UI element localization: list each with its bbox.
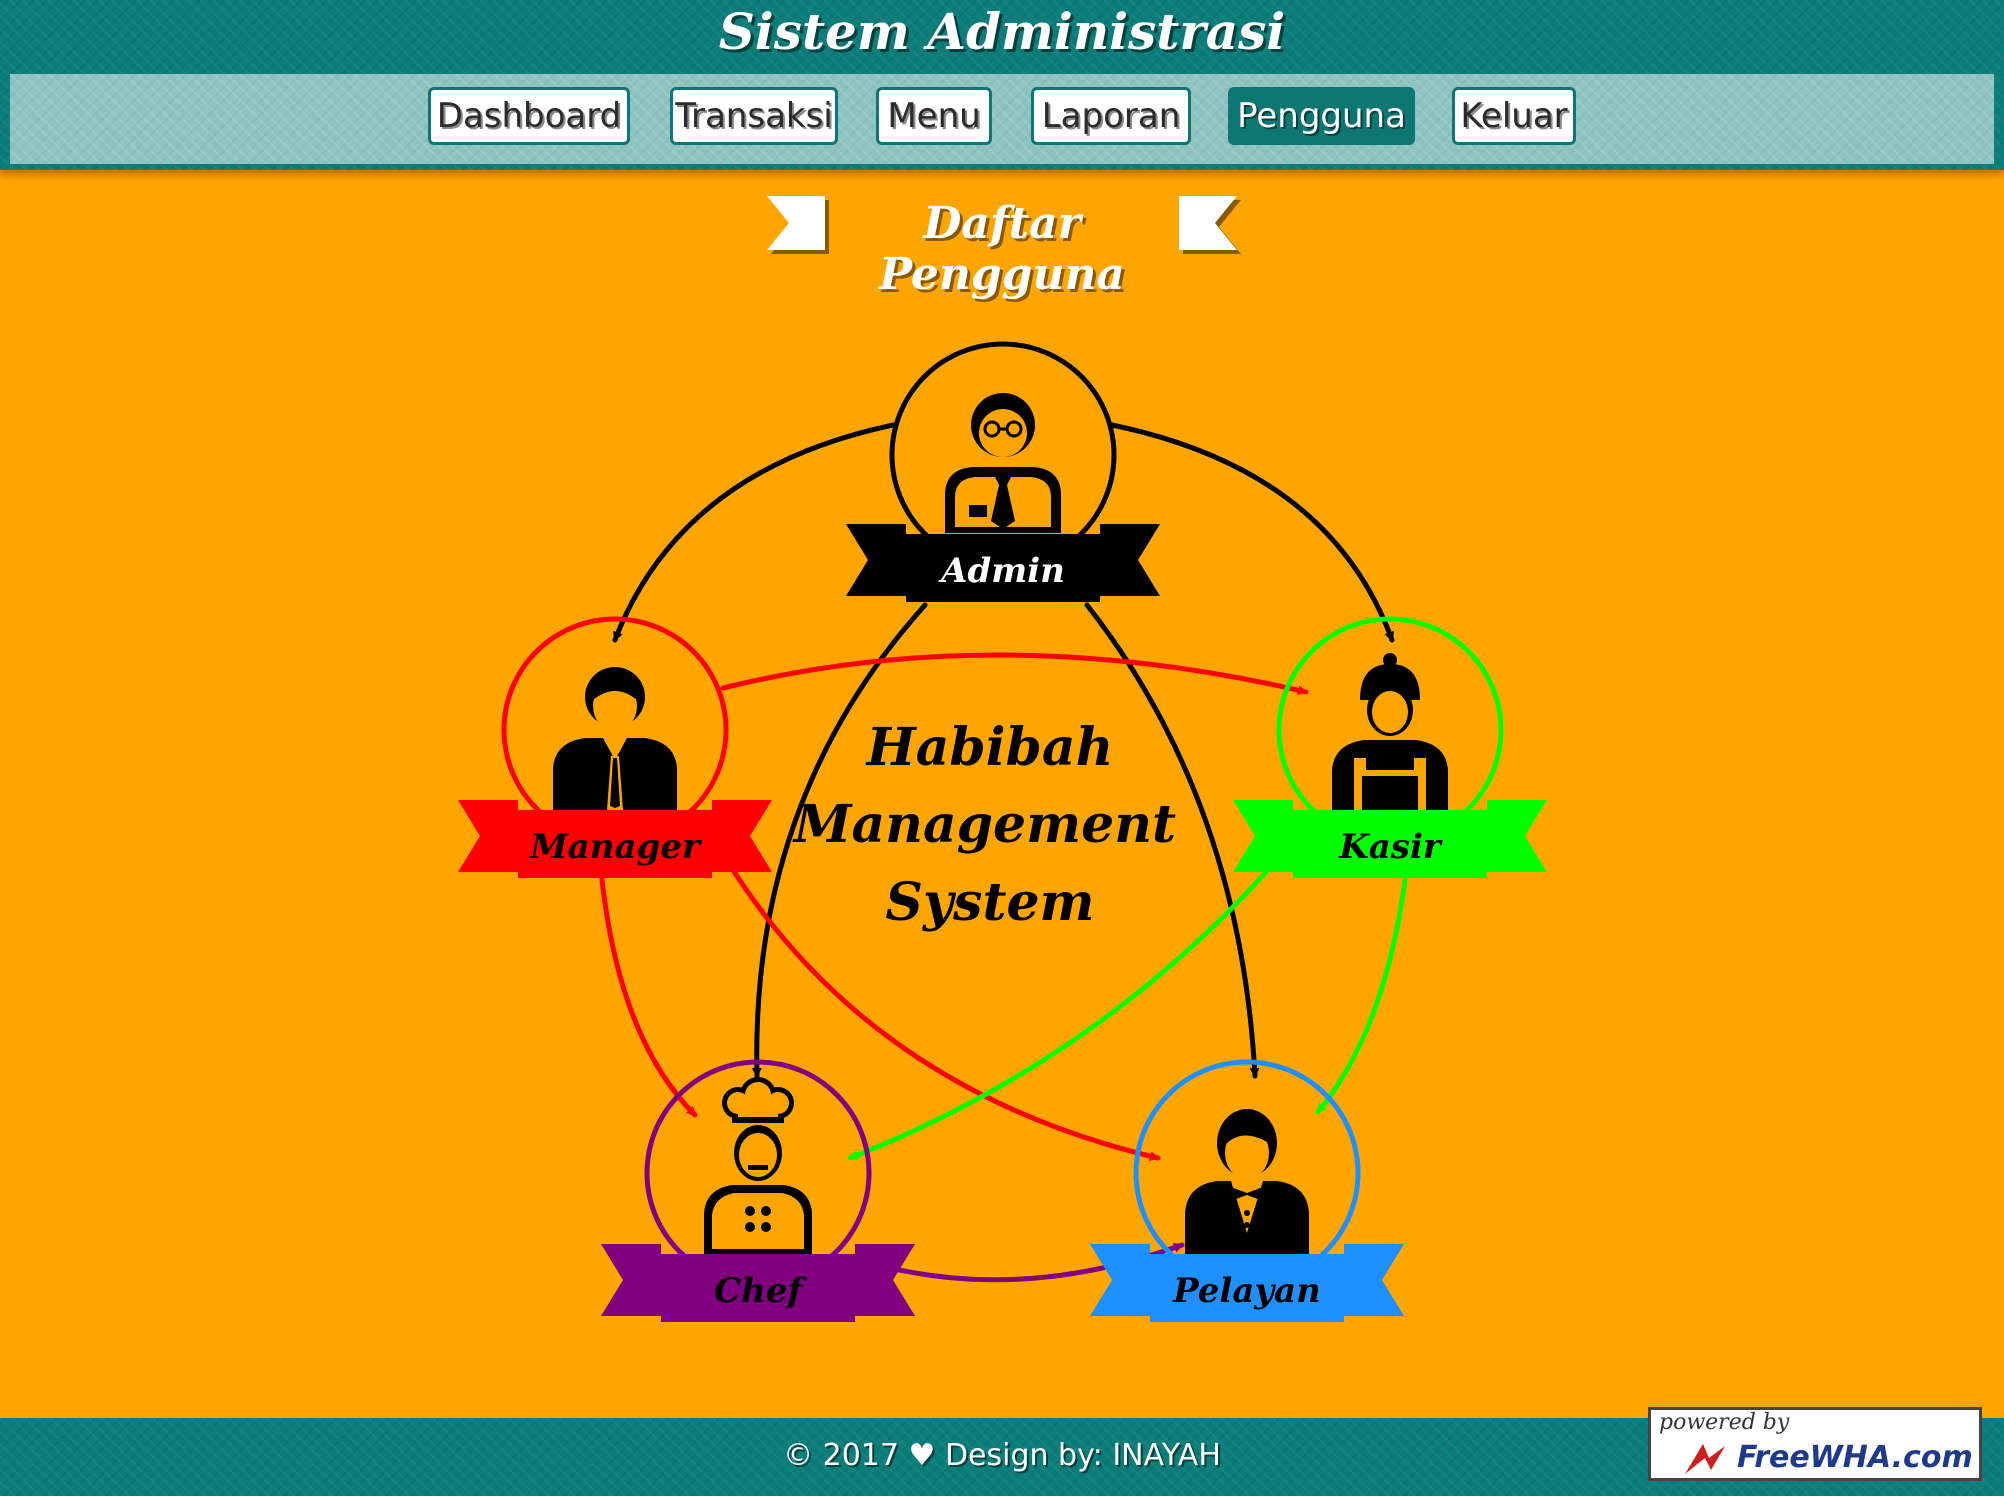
freewha-brand-text: FreeWHA.com bbox=[1737, 1440, 1973, 1475]
manager-label: Manager bbox=[529, 827, 702, 867]
kasir-icon bbox=[1332, 653, 1448, 812]
admin-icon bbox=[945, 393, 1061, 533]
center-title-line-3: System bbox=[885, 872, 1094, 933]
center-title-line-1: Habibah bbox=[865, 717, 1114, 778]
powered-by-text: powered by bbox=[1659, 1410, 1790, 1435]
powered-by-badge[interactable]: powered by FreeWHA.com bbox=[1648, 1407, 1982, 1481]
manager-icon bbox=[553, 667, 677, 812]
user-role-diagram: Admin Manager Kasir Chef Pelayan Habibah… bbox=[458, 341, 1547, 1322]
pelayan-label: Pelayan bbox=[1172, 1271, 1321, 1311]
pelayan-icon bbox=[1185, 1109, 1309, 1255]
chef-icon bbox=[704, 1077, 812, 1255]
arrow-manager-kasir bbox=[720, 652, 1309, 696]
arrow-kasir-pelayan bbox=[1315, 877, 1408, 1115]
freewha-logo-icon bbox=[1685, 1444, 1725, 1474]
center-title-line-2: Management bbox=[792, 794, 1176, 855]
admin-label: Admin bbox=[938, 551, 1065, 591]
chef-label: Chef bbox=[714, 1271, 807, 1311]
kasir-label: Kasir bbox=[1338, 827, 1443, 867]
arrow-manager-chef bbox=[599, 877, 698, 1118]
